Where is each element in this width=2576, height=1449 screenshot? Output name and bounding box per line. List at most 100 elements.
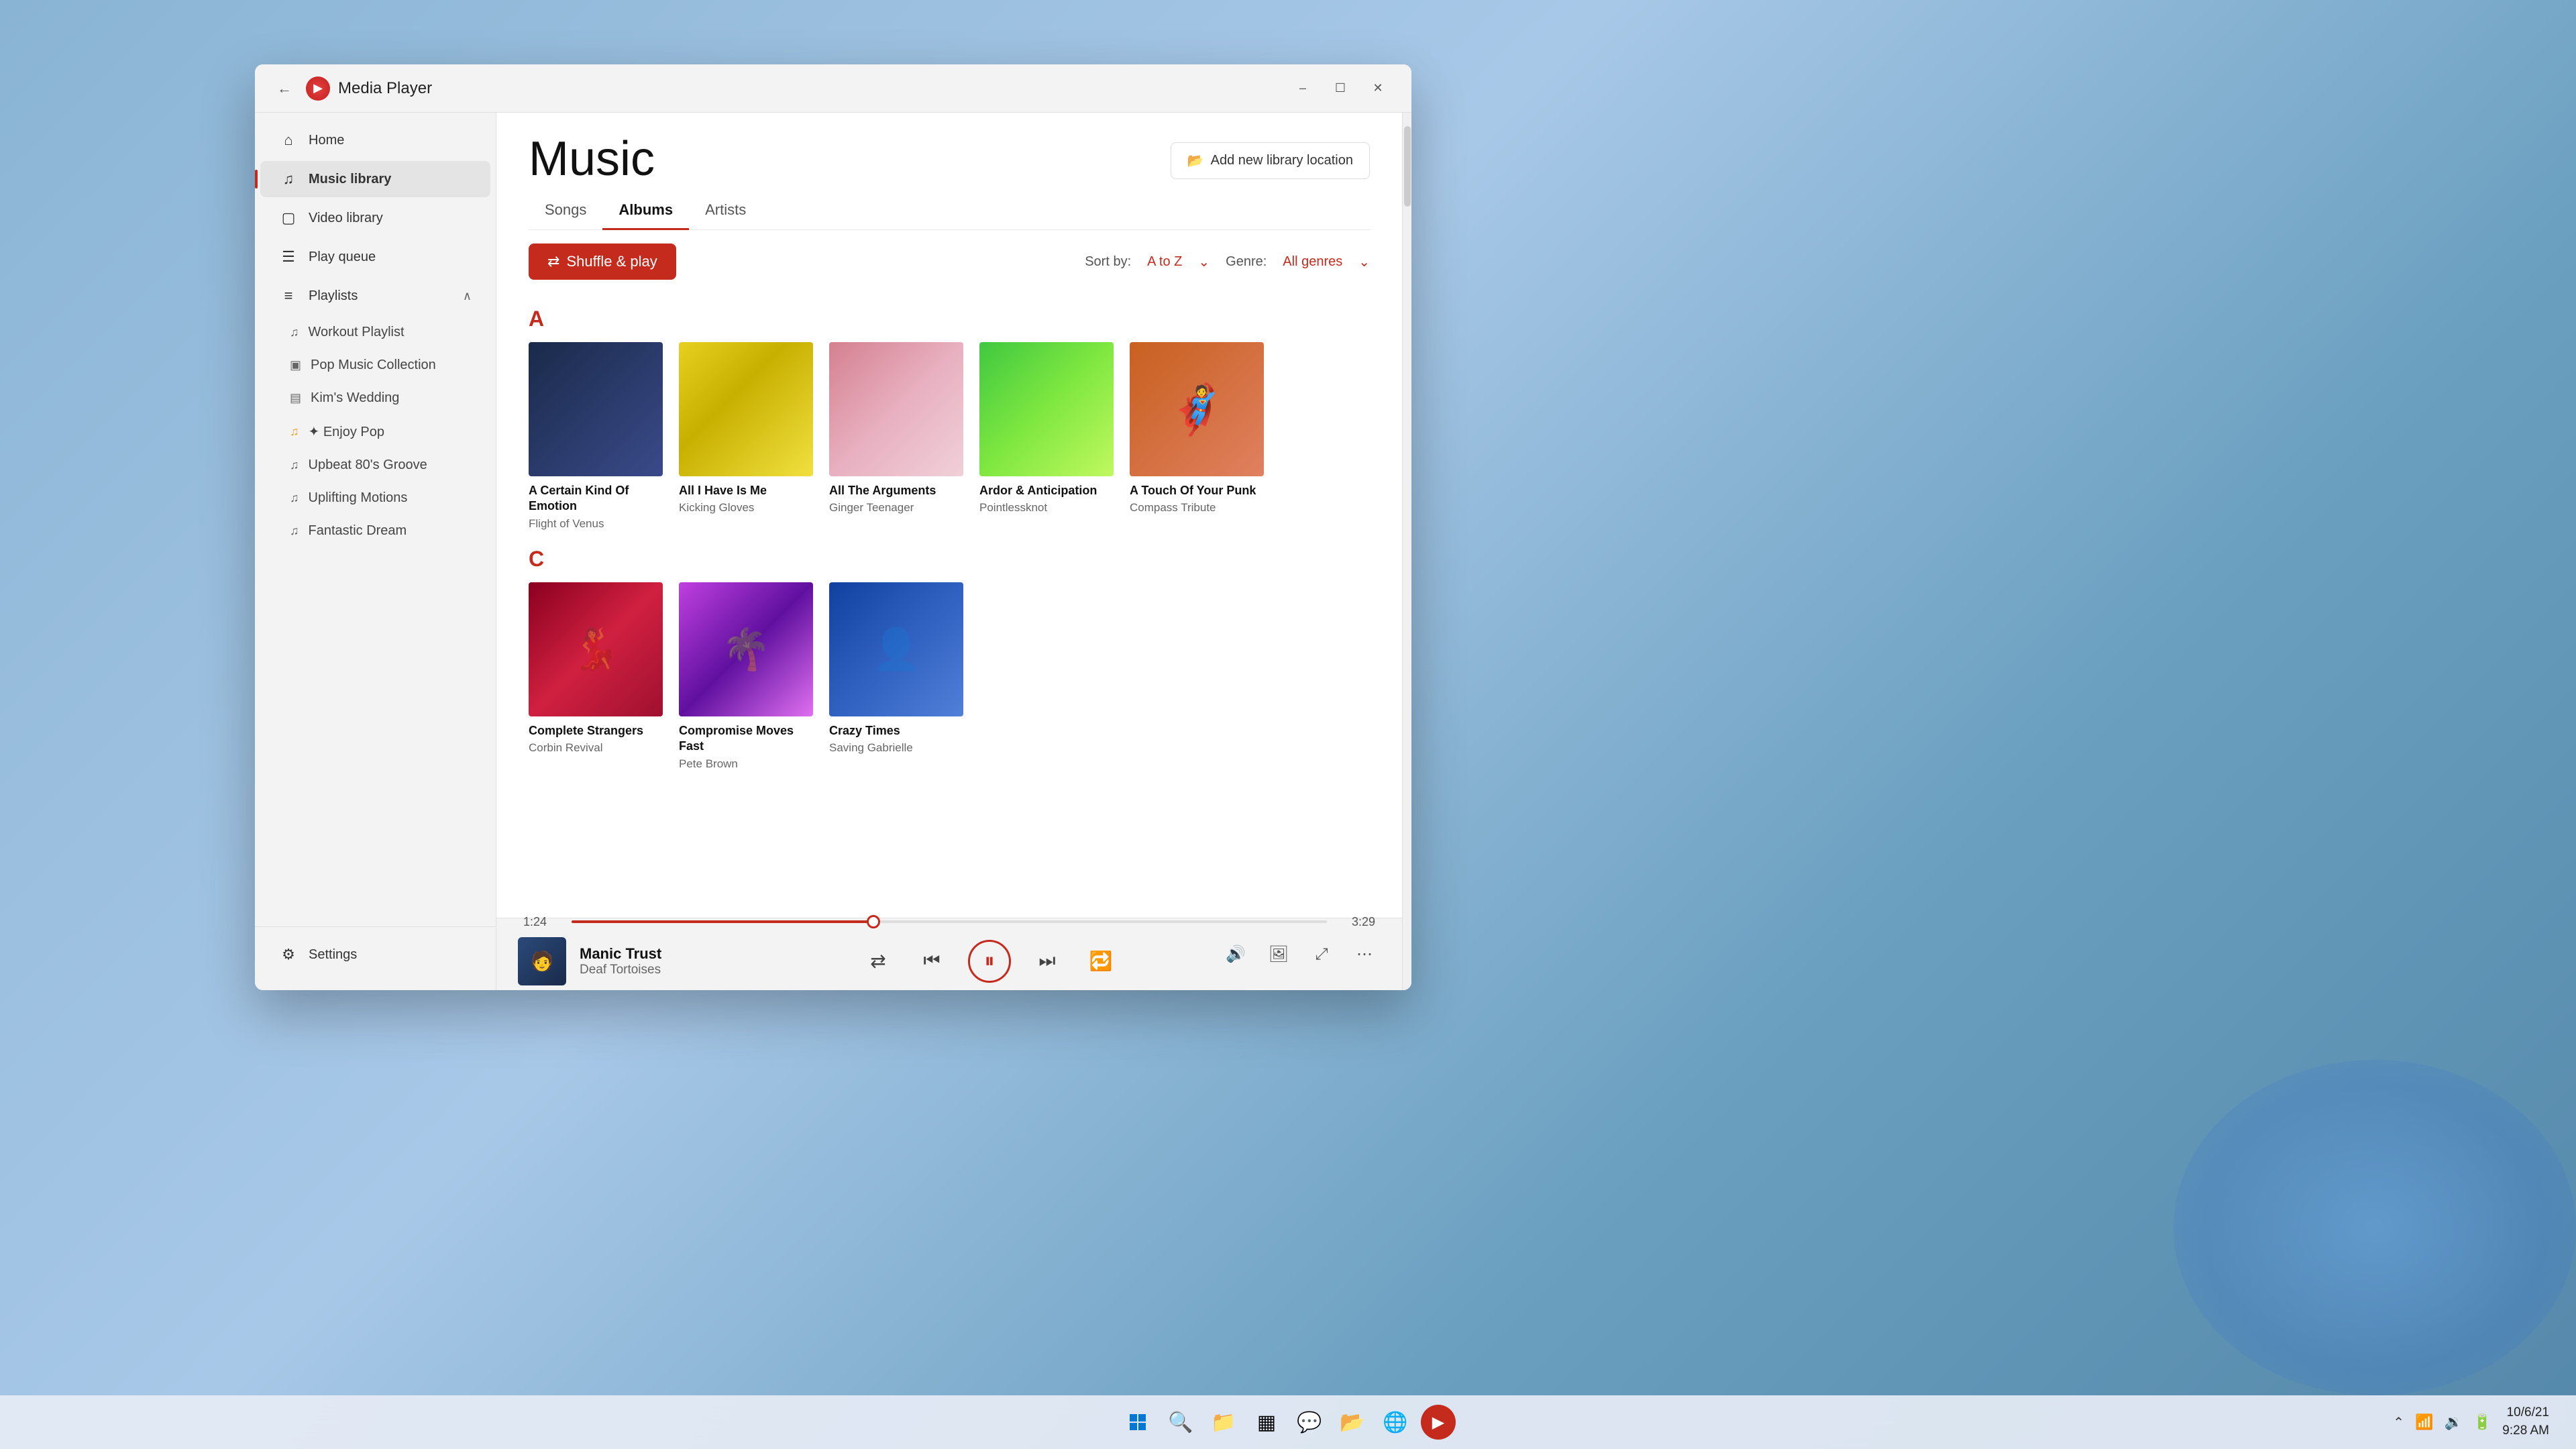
time-end: 3:29 — [1338, 915, 1375, 929]
album-artist: Pete Brown — [679, 757, 813, 771]
add-library-icon: 📂 — [1187, 152, 1204, 169]
album-artist: Kicking Gloves — [679, 501, 813, 515]
taskbar-teams-button[interactable]: 💬 — [1292, 1405, 1327, 1440]
track-info: 🧑 Manic Trust Deaf Tortoises — [518, 937, 759, 985]
scrollbar-track[interactable] — [1402, 113, 1411, 990]
album-card[interactable]: All The Arguments Ginger Teenager — [829, 342, 963, 531]
playlist-item-pop[interactable]: ▣ Pop Music Collection — [271, 350, 490, 381]
playlist-music-icon-3: ▤ — [290, 391, 301, 405]
taskbar-files-button[interactable]: 📂 — [1335, 1405, 1370, 1440]
battery-icon[interactable]: 🔋 — [2473, 1413, 2491, 1431]
track-text: Manic Trust Deaf Tortoises — [580, 945, 759, 977]
album-card[interactable]: Ardor & Anticipation Pointlessknot — [979, 342, 1114, 531]
back-button[interactable]: ← — [271, 75, 298, 102]
playlist-item-upbeat[interactable]: ♫ Upbeat 80's Groove — [271, 449, 490, 481]
album-card[interactable]: 🦸 A Touch Of Your Punk Compass Tribute — [1130, 342, 1264, 531]
playlist-music-icon-6: ♫ — [290, 491, 299, 505]
album-title: A Certain Kind Of Emotion — [529, 483, 663, 515]
taskbar-search-button[interactable]: 🔍 — [1163, 1405, 1198, 1440]
taskbar-edge-button[interactable]: 🌐 — [1378, 1405, 1413, 1440]
album-artist: Flight of Venus — [529, 517, 663, 531]
shuffle-play-button[interactable]: ⇄ Shuffle & play — [529, 244, 676, 280]
playlist-music-icon: ♫ — [290, 325, 299, 339]
now-playing-bar: 1:24 3:29 🧑 Manic Trust Deaf Tortoises — [496, 918, 1402, 990]
album-title: Crazy Times — [829, 723, 963, 739]
sidebar-item-video-library[interactable]: ▢ Video library — [260, 200, 490, 236]
playlist-item-fantastic[interactable]: ♫ Fantastic Dream — [271, 515, 490, 547]
minimize-button[interactable]: – — [1285, 75, 1320, 102]
player-extras: 🔊 🖼 ⤢ ⋯ — [1220, 938, 1381, 971]
sidebar-item-playlists[interactable]: ≡ Playlists ∧ — [260, 278, 490, 314]
fullscreen-button[interactable]: ⤢ — [1305, 938, 1338, 971]
sidebar-item-music-library[interactable]: ♫ Music library — [260, 161, 490, 197]
queue-icon: ☰ — [279, 248, 298, 266]
wifi-icon[interactable]: 📶 — [2415, 1413, 2433, 1431]
album-art: 🦸 — [1130, 342, 1264, 476]
genre-value[interactable]: All genres — [1283, 254, 1342, 270]
playlist-item-uplifting[interactable]: ♫ Uplifting Motions — [271, 482, 490, 514]
sort-chevron-icon: ⌄ — [1198, 254, 1210, 270]
album-art: 💃 — [529, 582, 663, 716]
more-options-button[interactable]: ⋯ — [1348, 938, 1381, 971]
shuffle-button[interactable]: ⇄ — [861, 944, 896, 979]
previous-button[interactable]: ⏮ — [914, 944, 949, 979]
track-name: Manic Trust — [580, 945, 759, 963]
playlists-icon: ≡ — [279, 287, 298, 305]
volume-icon[interactable]: 🔉 — [2444, 1413, 2462, 1431]
maximize-button[interactable]: ☐ — [1323, 75, 1358, 102]
sort-label: Sort by: — [1085, 254, 1131, 270]
settings-gear-icon: ⚙ — [279, 946, 298, 963]
window-controls: – ☐ ✕ — [1285, 75, 1395, 102]
taskbar-explorer-button[interactable]: 📁 — [1206, 1405, 1241, 1440]
repeat-button[interactable]: 🔁 — [1083, 944, 1118, 979]
tab-artists[interactable]: Artists — [689, 192, 762, 230]
album-art: 👤 — [829, 582, 963, 716]
taskbar-media-button[interactable]: ▶ — [1421, 1405, 1456, 1440]
sidebar-item-home[interactable]: ⌂ Home — [260, 122, 490, 158]
window-title: Media Player — [338, 79, 1285, 98]
tab-albums[interactable]: Albums — [602, 192, 689, 230]
playlist-item-enjoy-pop[interactable]: ♫ ✦ Enjoy Pop — [271, 415, 490, 448]
app-logo: ▶ — [306, 76, 330, 101]
album-title: All The Arguments — [829, 483, 963, 498]
playlist-music-icon-7: ♫ — [290, 524, 299, 538]
album-title: Compromise Moves Fast — [679, 723, 813, 755]
taskbar-datetime[interactable]: 10/6/21 9:28 AM — [2502, 1404, 2549, 1440]
taskbar-start-button[interactable] — [1120, 1405, 1155, 1440]
tabs-row: Songs Albums Artists — [529, 192, 1370, 230]
album-card[interactable]: All I Have Is Me Kicking Gloves — [679, 342, 813, 531]
sort-value[interactable]: A to Z — [1147, 254, 1182, 270]
next-button[interactable]: ⏭ — [1030, 944, 1065, 979]
album-card[interactable]: 🌴 Compromise Moves Fast Pete Brown — [679, 582, 813, 771]
album-artist: Saving Gabrielle — [829, 741, 963, 755]
chevron-up-system-icon[interactable]: ⌃ — [2393, 1414, 2404, 1431]
play-pause-button[interactable]: ⏸ — [968, 940, 1011, 983]
window-body: ⌂ Home ♫ Music library ▢ Video library ☰… — [255, 113, 1411, 990]
music-note-icon: ♫ — [279, 170, 298, 188]
playlist-item-workout[interactable]: ♫ Workout Playlist — [271, 317, 490, 348]
sidebar-item-settings[interactable]: ⚙ Settings — [260, 936, 490, 973]
album-artist: Ginger Teenager — [829, 501, 963, 515]
album-card[interactable]: 💃 Complete Strangers Corbin Revival — [529, 582, 663, 771]
album-artist: Compass Tribute — [1130, 501, 1264, 515]
albums-scroll[interactable]: A A Certain Kind Of Emotion Flight of Ve… — [496, 293, 1402, 918]
add-library-button[interactable]: 📂 Add new library location — [1171, 142, 1370, 179]
album-card[interactable]: A Certain Kind Of Emotion Flight of Venu… — [529, 342, 663, 531]
album-artist: Pointlessknot — [979, 501, 1114, 515]
albums-row-a: A Certain Kind Of Emotion Flight of Venu… — [529, 342, 1370, 531]
media-player-window: ← ▶ Media Player – ☐ ✕ ⌂ Home ♫ Music li… — [255, 64, 1411, 990]
miniplayer-button[interactable]: 🖼 — [1263, 938, 1295, 971]
tab-songs[interactable]: Songs — [529, 192, 602, 230]
album-artist: Corbin Revival — [529, 741, 663, 755]
close-button[interactable]: ✕ — [1360, 75, 1395, 102]
volume-button[interactable]: 🔊 — [1220, 938, 1252, 971]
playlist-item-wedding[interactable]: ▤ Kim's Wedding — [271, 382, 490, 414]
taskbar: 🔍 📁 ▦ 💬 📂 🌐 ▶ ⌃ 📶 🔉 🔋 10/6/21 9:28 AM — [0, 1395, 2576, 1449]
taskbar-widgets-button[interactable]: ▦ — [1249, 1405, 1284, 1440]
album-card[interactable]: 👤 Crazy Times Saving Gabrielle — [829, 582, 963, 771]
scrollbar-thumb[interactable] — [1404, 126, 1411, 207]
progress-track[interactable] — [572, 920, 1327, 923]
sidebar-item-play-queue[interactable]: ☰ Play queue — [260, 239, 490, 275]
album-title: All I Have Is Me — [679, 483, 813, 498]
chevron-up-icon: ∧ — [463, 289, 472, 303]
